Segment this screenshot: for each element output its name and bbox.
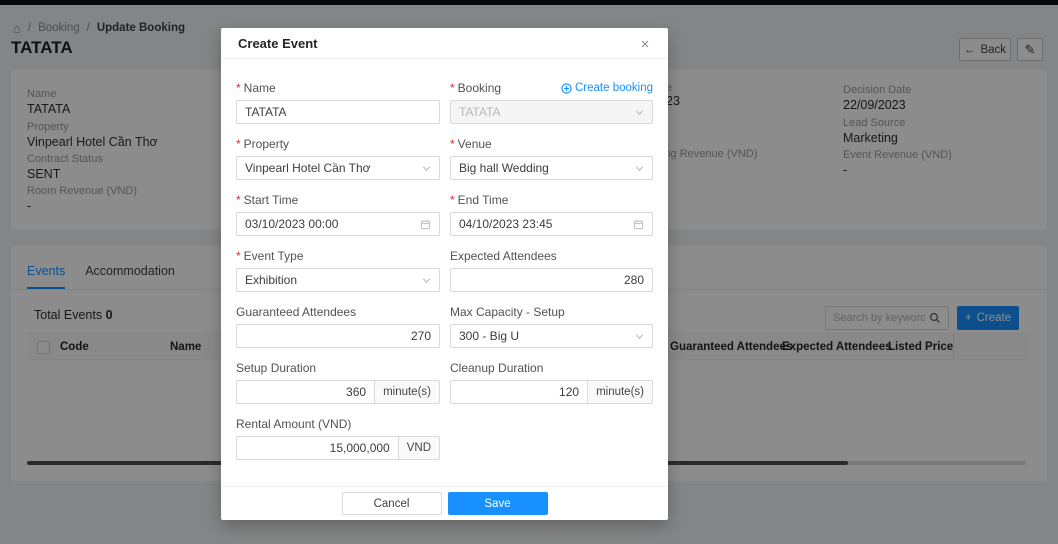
save-button[interactable]: Save <box>448 492 548 515</box>
guaranteed-attendees-input[interactable] <box>245 329 431 343</box>
field-max-capacity: Max Capacity - Setup 300 - Big U <box>450 304 653 348</box>
required-marker: * <box>450 137 455 151</box>
screen: ⌂ / Booking / Update Booking TATATA ← Ba… <box>0 0 1058 544</box>
field-event-type: * Event Type Exhibition <box>236 248 440 292</box>
field-start-time: * Start Time 03/10/2023 00:00 <box>236 192 440 236</box>
end-time-picker[interactable]: 04/10/2023 23:45 <box>450 212 653 236</box>
cancel-button[interactable]: Cancel <box>342 492 442 515</box>
setup-duration-unit: minute(s) <box>375 380 440 404</box>
name-input[interactable] <box>245 105 431 119</box>
setup-duration-input[interactable] <box>245 385 366 399</box>
required-marker: * <box>236 193 241 207</box>
required-marker: * <box>450 81 455 95</box>
venue-select[interactable]: Big hall Wedding <box>450 156 653 180</box>
max-capacity-select[interactable]: 300 - Big U <box>450 324 653 348</box>
rental-amount-input[interactable] <box>245 441 390 455</box>
field-venue: * Venue Big hall Wedding <box>450 136 653 180</box>
field-cleanup-duration: Cleanup Duration minute(s) <box>450 360 653 404</box>
plus-circle-icon <box>561 83 572 94</box>
chevron-down-icon <box>422 276 431 285</box>
field-guaranteed-attendees: Guaranteed Attendees <box>236 304 440 348</box>
expected-attendees-input[interactable] <box>459 273 644 287</box>
field-property: * Property Vinpearl Hotel Cần Thơ <box>236 136 440 180</box>
booking-select[interactable]: TATATA <box>450 100 653 124</box>
field-expected-attendees: Expected Attendees <box>450 248 653 292</box>
cleanup-duration-input[interactable] <box>459 385 579 399</box>
required-marker: * <box>236 137 241 151</box>
cleanup-duration-unit: minute(s) <box>588 380 653 404</box>
chevron-down-icon <box>635 332 644 341</box>
calendar-icon <box>633 219 644 230</box>
modal-footer: Cancel Save <box>221 486 668 520</box>
modal-header: Create Event × <box>221 28 668 59</box>
field-setup-duration: Setup Duration minute(s) <box>236 360 440 404</box>
chevron-down-icon <box>635 108 644 117</box>
rental-amount-unit: VND <box>399 436 440 460</box>
field-end-time: * End Time 04/10/2023 23:45 <box>450 192 653 236</box>
required-marker: * <box>450 193 455 207</box>
chevron-down-icon <box>635 164 644 173</box>
required-marker: * <box>236 249 241 263</box>
create-event-modal: Create Event × * Name * Booking <box>221 28 668 520</box>
create-booking-link[interactable]: Create booking <box>561 82 653 94</box>
required-marker: * <box>236 81 241 95</box>
chevron-down-icon <box>422 164 431 173</box>
close-icon[interactable]: × <box>634 33 656 55</box>
field-rental-amount: Rental Amount (VND) VND <box>236 416 440 460</box>
start-time-picker[interactable]: 03/10/2023 00:00 <box>236 212 440 236</box>
calendar-icon <box>420 219 431 230</box>
field-name: * Name <box>236 80 440 124</box>
modal-title: Create Event <box>238 36 317 51</box>
field-booking: * Booking Create booking TATATA <box>450 80 653 124</box>
property-select[interactable]: Vinpearl Hotel Cần Thơ <box>236 156 440 180</box>
event-type-select[interactable]: Exhibition <box>236 268 440 292</box>
